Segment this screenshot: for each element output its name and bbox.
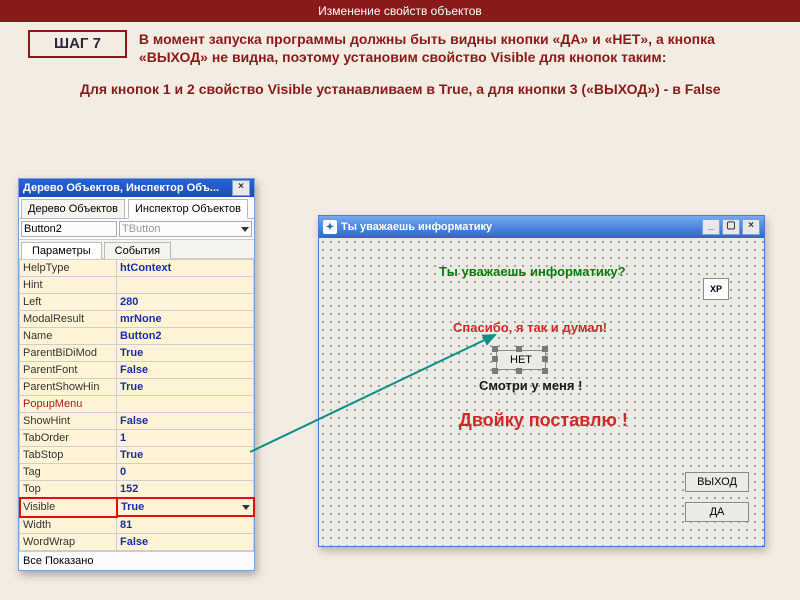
form-titlebar[interactable]: ✦ Ты уважаешь информатику _ ▢ × [319, 216, 764, 238]
property-name: ParentBiDiMod [20, 345, 117, 362]
property-value[interactable]: False [117, 534, 254, 551]
inspector-top-tabs: Дерево Объектов Инспектор Объектов [19, 197, 254, 219]
property-row[interactable]: ParentShowHinTrue [20, 379, 254, 396]
property-row[interactable]: PopupMenu [20, 396, 254, 413]
xp-manifest-component[interactable]: XP [703, 278, 729, 300]
property-value[interactable]: Button2 [117, 328, 254, 345]
selection-handle[interactable] [492, 368, 498, 374]
property-name: Name [20, 328, 117, 345]
property-row[interactable]: ParentFontFalse [20, 362, 254, 379]
property-value[interactable]: 280 [117, 294, 254, 311]
property-name: Tag [20, 464, 117, 481]
property-row[interactable]: NameButton2 [20, 328, 254, 345]
button-exit[interactable]: ВЫХОД [685, 472, 749, 492]
chevron-down-icon[interactable] [242, 505, 250, 510]
label-question[interactable]: Ты уважаешь информатику? [439, 264, 626, 279]
tab-object-inspector[interactable]: Инспектор Объектов [128, 199, 248, 219]
property-name: ParentFont [20, 362, 117, 379]
property-value[interactable] [117, 396, 254, 413]
property-value[interactable]: 81 [117, 517, 254, 534]
combo-class-label: TButton [122, 223, 161, 235]
property-row[interactable]: Width81 [20, 517, 254, 534]
property-grid: HelpTypehtContextHintLeft280ModalResultm… [19, 259, 254, 551]
property-name: Left [20, 294, 117, 311]
button-no[interactable]: НЕТ [496, 350, 546, 370]
property-row[interactable]: HelpTypehtContext [20, 260, 254, 277]
property-name: TabStop [20, 447, 117, 464]
property-row[interactable]: WordWrapFalse [20, 534, 254, 551]
inspector-titlebar[interactable]: Дерево Объектов, Инспектор Объ... × [19, 179, 254, 197]
form-preview-window[interactable]: ✦ Ты уважаешь информатику _ ▢ × Ты уважа… [318, 215, 765, 547]
maximize-icon[interactable]: ▢ [722, 219, 740, 235]
property-value[interactable]: mrNone [117, 311, 254, 328]
step-badge: ШАГ 7 [28, 30, 127, 58]
property-row[interactable]: TabOrder1 [20, 430, 254, 447]
property-row[interactable]: TabStopTrue [20, 447, 254, 464]
combo-object-class[interactable]: TButton [119, 221, 252, 237]
property-row[interactable]: VisibleTrue [20, 498, 254, 517]
property-value[interactable]: False [117, 413, 254, 430]
label-reply-3[interactable]: Двойку поставлю ! [459, 410, 628, 431]
app-icon: ✦ [323, 220, 337, 234]
inspector-footer: Все Показано [19, 551, 254, 570]
property-value[interactable]: False [117, 362, 254, 379]
minimize-icon[interactable]: _ [702, 219, 720, 235]
property-name: Visible [20, 498, 117, 517]
property-name: HelpType [20, 260, 117, 277]
property-name: ParentShowHin [20, 379, 117, 396]
object-inspector-window[interactable]: Дерево Объектов, Инспектор Объ... × Дере… [18, 178, 255, 571]
property-row[interactable]: Top152 [20, 481, 254, 498]
selection-handle[interactable] [542, 356, 548, 362]
property-value[interactable]: htContext [117, 260, 254, 277]
selection-handle[interactable] [542, 368, 548, 374]
chevron-down-icon [241, 227, 249, 232]
paragraph-2: Для кнопок 1 и 2 свойство Visible устана… [40, 80, 772, 98]
tab-events[interactable]: События [104, 242, 171, 259]
selection-handle[interactable] [492, 356, 498, 362]
property-value[interactable]: 0 [117, 464, 254, 481]
button-yes[interactable]: ДА [685, 502, 749, 522]
property-row[interactable]: Left280 [20, 294, 254, 311]
close-icon[interactable]: × [232, 180, 250, 196]
property-value[interactable]: True [117, 379, 254, 396]
label-reply-1[interactable]: Спасибо, я так и думал! [453, 320, 607, 335]
property-row[interactable]: ModalResultmrNone [20, 311, 254, 328]
property-value[interactable]: True [117, 447, 254, 464]
property-value[interactable]: 1 [117, 430, 254, 447]
property-name: Width [20, 517, 117, 534]
inspector-title-text: Дерево Объектов, Инспектор Объ... [23, 182, 230, 194]
selection-handle[interactable] [516, 346, 522, 352]
property-row[interactable]: Hint [20, 277, 254, 294]
page-title: Изменение свойств объектов [0, 0, 800, 22]
form-title-text: Ты уважаешь информатику [341, 221, 492, 233]
selection-handle[interactable] [516, 368, 522, 374]
property-name: TabOrder [20, 430, 117, 447]
property-name: Hint [20, 277, 117, 294]
property-row[interactable]: ShowHintFalse [20, 413, 254, 430]
close-icon[interactable]: × [742, 219, 760, 235]
property-name: Top [20, 481, 117, 498]
property-name: WordWrap [20, 534, 117, 551]
form-designer-surface[interactable]: Ты уважаешь информатику? XP Спасибо, я т… [319, 238, 764, 546]
combo-object-name[interactable]: Button2 [21, 221, 117, 237]
label-reply-2[interactable]: Смотри у меня ! [479, 378, 582, 393]
selection-handle[interactable] [542, 346, 548, 352]
property-value[interactable]: True [117, 498, 254, 516]
property-value[interactable]: 152 [117, 481, 254, 498]
property-value[interactable]: True [117, 345, 254, 362]
tab-object-tree[interactable]: Дерево Объектов [21, 199, 125, 218]
tab-parameters[interactable]: Параметры [21, 242, 102, 259]
paragraph-1: В момент запуска программы должны быть в… [139, 30, 772, 66]
property-name: ShowHint [20, 413, 117, 430]
property-row[interactable]: Tag0 [20, 464, 254, 481]
property-name: PopupMenu [20, 396, 117, 413]
property-table: HelpTypehtContextHintLeft280ModalResultm… [19, 259, 254, 551]
selection-handle[interactable] [492, 346, 498, 352]
property-value[interactable] [117, 277, 254, 294]
property-row[interactable]: ParentBiDiModTrue [20, 345, 254, 362]
content: ШАГ 7 В момент запуска программы должны … [0, 22, 800, 99]
property-name: ModalResult [20, 311, 117, 328]
